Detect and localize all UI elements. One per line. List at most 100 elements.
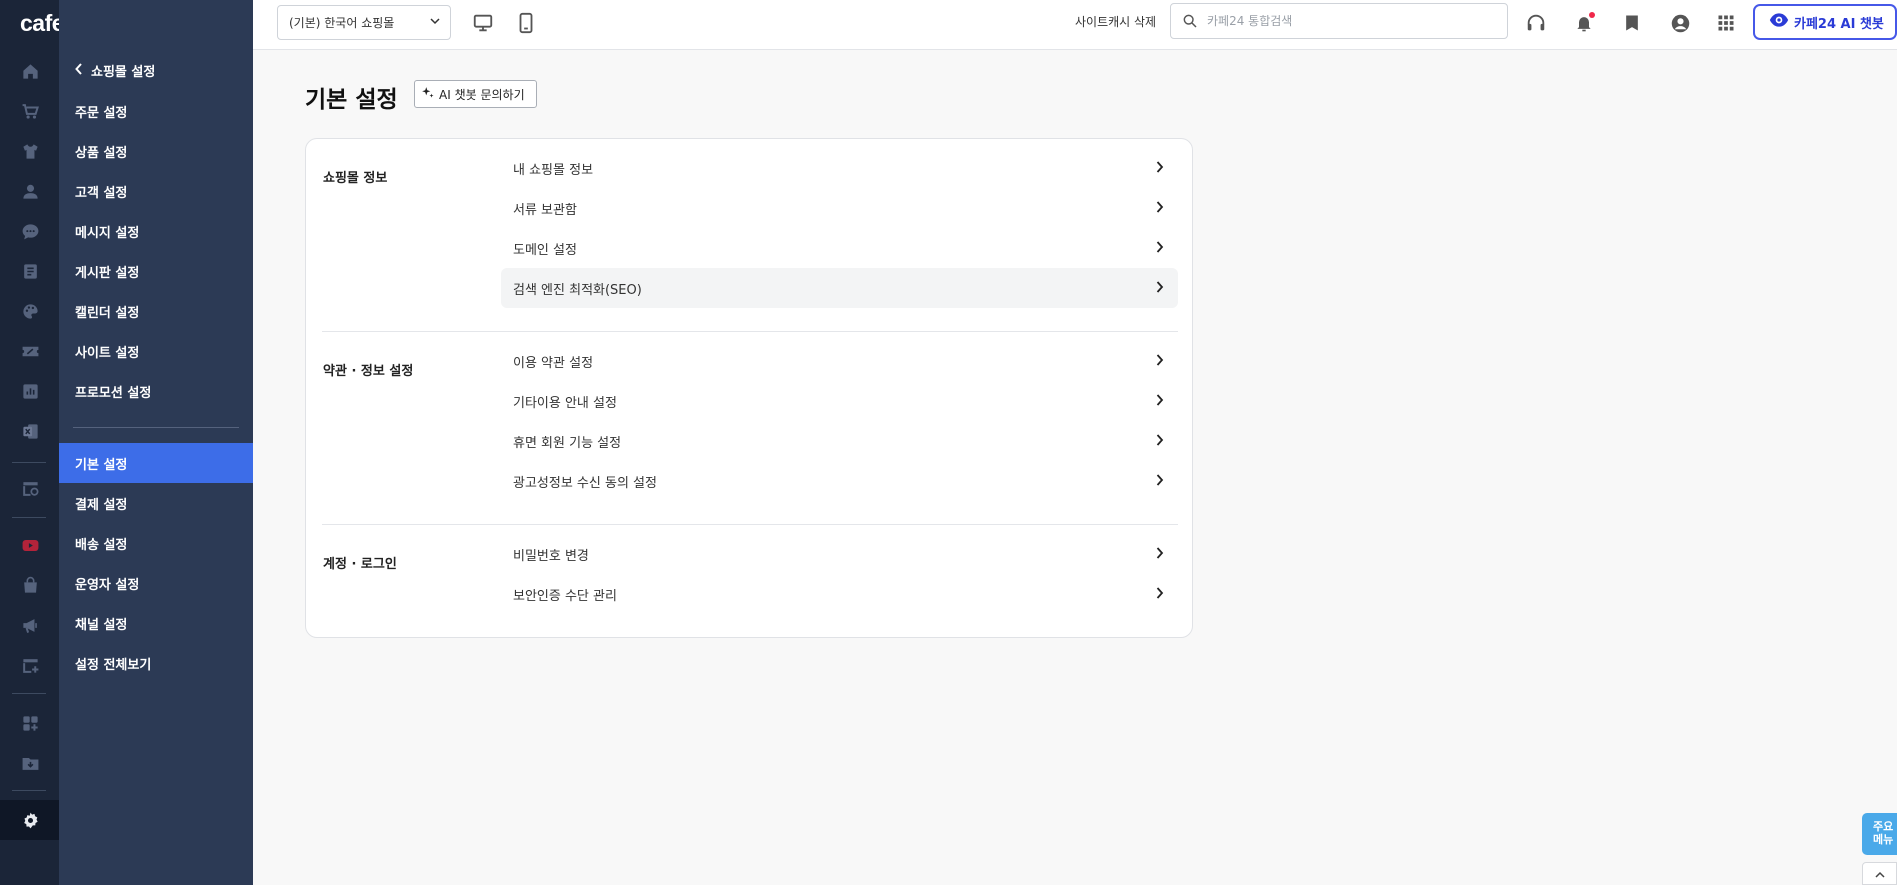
cart-icon[interactable] (19, 100, 41, 122)
coupon-icon[interactable] (19, 340, 41, 362)
headset-icon[interactable] (1524, 11, 1548, 35)
rail-divider (12, 462, 46, 463)
list-item-other-usage-guide[interactable]: 기타이용 안내 설정 (501, 381, 1178, 421)
list-item-domain-settings[interactable]: 도메인 설정 (501, 228, 1178, 268)
chevron-right-icon (1156, 201, 1164, 217)
list-item-security-auth[interactable]: 보안인증 수단 관리 (501, 574, 1178, 614)
chat-icon[interactable] (19, 220, 41, 242)
menu-item-customer[interactable]: 고객 설정 (59, 171, 253, 211)
site-cache-delete-button[interactable]: 사이트캐시 삭제 (1075, 13, 1156, 30)
menu-item-board[interactable]: 게시판 설정 (59, 251, 253, 291)
rail-divider (12, 790, 46, 791)
quick-menu-button[interactable]: 주요 메뉴 (1862, 813, 1897, 855)
integrated-search (1170, 3, 1508, 39)
account-icon[interactable] (1668, 11, 1692, 35)
board-icon[interactable] (19, 260, 41, 282)
ai-eye-icon (1769, 12, 1789, 32)
chevron-right-icon (1156, 434, 1164, 450)
top-bar: (기본) 한국어 쇼핑몰 사이트캐시 삭제 카페24 AI 챗봇 (253, 0, 1897, 50)
settings-menu-panel: « 쇼핑몰 설정 주문 설정 상품 설정 고객 설정 메시지 설정 게시판 설정… (59, 0, 294, 885)
user-icon[interactable] (19, 180, 41, 202)
section-title-mall-info: 쇼핑몰 정보 (323, 171, 388, 186)
scroll-top-button[interactable] (1862, 862, 1897, 885)
mall-select-value: (기본) 한국어 쇼핑몰 (289, 16, 395, 30)
megaphone-icon[interactable] (19, 614, 41, 636)
list-item-terms-of-use[interactable]: 이용 약관 설정 (501, 341, 1178, 381)
list-item-seo[interactable]: 검색 엔진 최적화(SEO) (501, 268, 1178, 308)
bookmark-icon[interactable] (1620, 11, 1644, 35)
chevron-right-icon (1156, 281, 1164, 297)
chart-icon[interactable] (19, 380, 41, 402)
apps-grid-icon[interactable] (1714, 11, 1738, 35)
rail-divider (12, 517, 46, 518)
cafe24-ai-chatbot-button[interactable]: 카페24 AI 챗봇 (1753, 4, 1897, 40)
menu-item-shipping[interactable]: 배송 설정 (59, 523, 253, 563)
menu-item-payment[interactable]: 결제 설정 (59, 483, 253, 523)
excel-icon[interactable] (19, 420, 41, 442)
section-divider (322, 331, 1178, 332)
list-item-label: 내 쇼핑몰 정보 (513, 162, 594, 178)
bag-icon[interactable] (19, 574, 41, 596)
page-title: 기본 설정 (305, 87, 398, 113)
list-item-label: 비밀번호 변경 (513, 548, 589, 564)
list-item-my-mall-info[interactable]: 내 쇼핑몰 정보 (501, 148, 1178, 188)
mobile-icon[interactable] (515, 12, 537, 34)
menu-item-product[interactable]: 상품 설정 (59, 131, 253, 171)
apps-add-icon[interactable] (19, 712, 41, 734)
youtube-icon[interactable] (19, 534, 41, 556)
menu-item-order[interactable]: 주문 설정 (59, 91, 253, 131)
menu-item-message[interactable]: 메시지 설정 (59, 211, 253, 251)
store-add-icon[interactable] (19, 654, 41, 676)
back-label: 쇼핑몰 설정 (91, 65, 156, 80)
settings-card: 쇼핑몰 정보 내 쇼핑몰 정보 서류 보관함 도메인 설정 검색 엔진 최적화(… (305, 138, 1193, 638)
list-item-label: 도메인 설정 (513, 242, 577, 258)
search-icon (1183, 14, 1197, 28)
ai-chatbot-label: 카페24 AI 챗봇 (1794, 16, 1884, 32)
section-title-account-login: 계정 · 로그인 (323, 557, 397, 572)
menu-item-site[interactable]: 사이트 설정 (59, 331, 253, 371)
menu-item-basic-settings[interactable]: 기본 설정 (59, 443, 253, 483)
list-item-label: 휴면 회원 기능 설정 (513, 435, 622, 451)
search-input[interactable] (1207, 12, 1497, 30)
quick-menu-label-1: 주요 (1873, 820, 1894, 833)
section-title-terms: 약관 · 정보 설정 (323, 364, 414, 379)
chevron-left-icon (75, 62, 83, 79)
list-item-ad-consent[interactable]: 광고성정보 수신 동의 설정 (501, 461, 1178, 501)
chevron-down-icon (429, 15, 441, 30)
sparkle-icon (421, 86, 435, 103)
menu-item-promotion[interactable]: 프로모션 설정 (59, 371, 253, 411)
menu-divider (73, 427, 239, 428)
list-item-document-storage[interactable]: 서류 보관함 (501, 188, 1178, 228)
section-divider (322, 524, 1178, 525)
menu-item-calendar[interactable]: 캘린더 설정 (59, 291, 253, 331)
chevron-right-icon (1156, 161, 1164, 177)
back-to-mall-settings[interactable]: 쇼핑몰 설정 (75, 61, 155, 80)
list-item-label: 이용 약관 설정 (513, 355, 594, 371)
menu-item-channel[interactable]: 채널 설정 (59, 603, 253, 643)
shirt-icon[interactable] (19, 140, 41, 162)
chevron-right-icon (1156, 587, 1164, 603)
list-item-dormant-member[interactable]: 휴면 회원 기능 설정 (501, 421, 1178, 461)
mall-language-select[interactable]: (기본) 한국어 쇼핑몰 (277, 5, 451, 40)
icon-rail: cafe24 (0, 0, 89, 885)
chevron-right-icon (1156, 547, 1164, 563)
palette-icon[interactable] (19, 300, 41, 322)
menu-item-all-settings[interactable]: 설정 전체보기 (59, 643, 253, 683)
ai-chatbot-inquiry-label: AI 챗봇 문의하기 (439, 87, 525, 102)
chevron-up-icon (1874, 864, 1885, 883)
desktop-icon[interactable] (472, 12, 494, 34)
chevron-right-icon (1156, 474, 1164, 490)
ai-chatbot-inquiry-button[interactable]: AI 챗봇 문의하기 (414, 80, 537, 108)
gear-icon[interactable] (19, 809, 41, 831)
home-icon[interactable] (19, 60, 41, 82)
bell-icon[interactable] (1572, 11, 1596, 35)
store-settings-icon[interactable] (19, 477, 41, 499)
list-item-label: 서류 보관함 (513, 202, 577, 218)
quick-menu-label-2: 메뉴 (1873, 833, 1894, 846)
menu-item-operator[interactable]: 운영자 설정 (59, 563, 253, 603)
list-item-change-password[interactable]: 비밀번호 변경 (501, 534, 1178, 574)
folder-download-icon[interactable] (19, 752, 41, 774)
list-item-label: 광고성정보 수신 동의 설정 (513, 475, 657, 491)
list-item-label: 보안인증 수단 관리 (513, 588, 617, 604)
rail-divider (12, 693, 46, 694)
